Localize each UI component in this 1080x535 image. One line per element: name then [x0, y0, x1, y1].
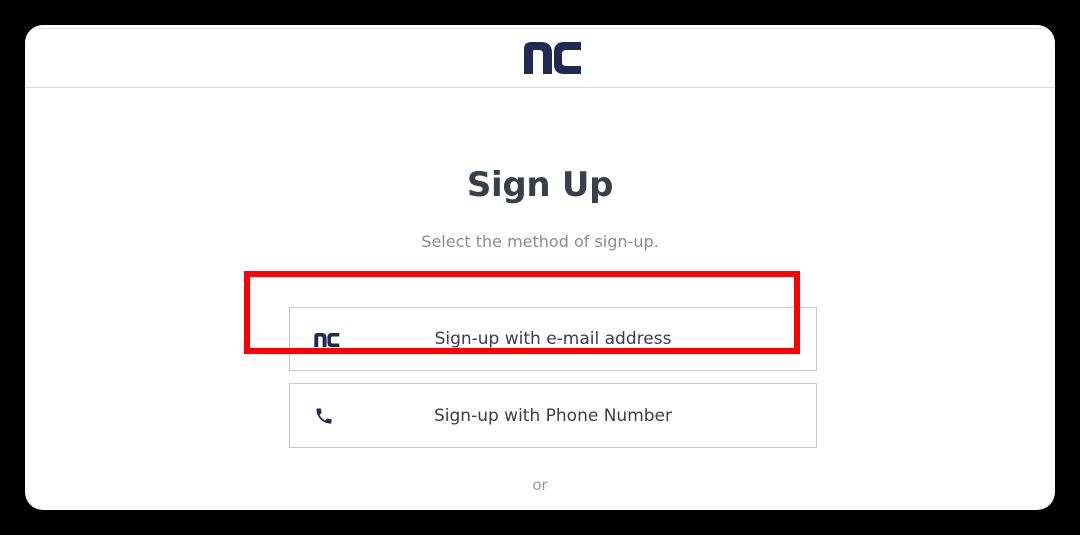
header-divider	[25, 28, 1055, 29]
or-divider-text: or	[532, 476, 548, 494]
nc-logo[interactable]	[524, 42, 582, 74]
header	[25, 25, 1055, 88]
page-subtitle: Select the method of sign-up.	[421, 232, 659, 251]
signup-email-label: Sign-up with e-mail address	[434, 329, 672, 349]
signup-phone-label: Sign-up with Phone Number	[433, 405, 672, 426]
signup-phone-button[interactable]: Sign-up with Phone Number	[289, 383, 817, 448]
page-title: Sign Up	[466, 165, 614, 205]
signup-card: Sign Up Select the method of sign-up. Si…	[25, 25, 1055, 510]
signup-email-button[interactable]: Sign-up with e-mail address	[289, 307, 817, 371]
